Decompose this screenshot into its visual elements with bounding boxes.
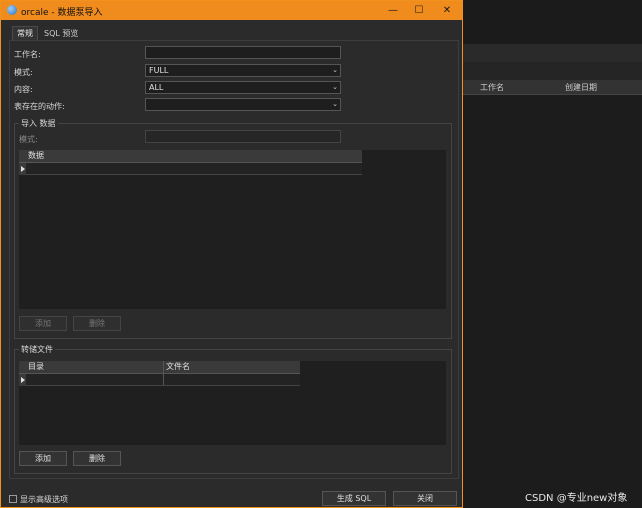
background-toolbar	[463, 62, 642, 80]
minimize-icon[interactable]: —	[379, 1, 407, 20]
background-table-body	[463, 95, 642, 508]
column-separator	[163, 361, 164, 373]
dump-files-group-title: 转储文件	[19, 344, 55, 355]
import-grid-header: 数据	[19, 150, 362, 163]
job-name-input[interactable]	[145, 46, 341, 59]
import-delete-button[interactable]: 删除	[73, 316, 121, 331]
content-select-value: ALL	[149, 83, 164, 92]
content-label: 内容:	[14, 85, 33, 94]
import-data-group-title: 导入 数据	[19, 118, 58, 129]
generate-sql-button[interactable]: 生成 SQL	[322, 491, 386, 506]
chevron-down-icon: ⌄	[332, 83, 338, 91]
chevron-down-icon: ⌄	[332, 100, 338, 108]
tab-general[interactable]: 常规	[12, 26, 38, 41]
job-name-label: 工作名:	[14, 50, 41, 59]
mode-label: 模式:	[14, 68, 33, 77]
column-job-name[interactable]: 工作名	[480, 82, 504, 93]
close-button[interactable]: 关闭	[393, 491, 457, 506]
chevron-down-icon: ⌄	[332, 66, 338, 74]
row-pointer-icon	[21, 377, 25, 383]
schema-input[interactable]	[145, 130, 341, 143]
app-logo-icon	[7, 5, 17, 15]
show-advanced-label[interactable]: 显示高级选项	[20, 494, 68, 505]
column-separator	[163, 374, 164, 385]
mode-select[interactable]: FULL ⌄	[145, 64, 341, 77]
dump-add-button[interactable]: 添加	[19, 451, 67, 466]
import-grid-row[interactable]	[26, 163, 362, 175]
dialog-title: orcale - 数据泵导入	[21, 8, 103, 18]
dump-grid-row[interactable]	[26, 374, 300, 386]
background-band	[463, 44, 642, 62]
mode-select-value: FULL	[149, 66, 169, 75]
tab-sql-preview[interactable]: SQL 预览	[39, 26, 83, 41]
content-select[interactable]: ALL ⌄	[145, 81, 341, 94]
dump-delete-button[interactable]: 删除	[73, 451, 121, 466]
show-advanced-checkbox[interactable]	[9, 495, 17, 503]
watermark: CSDN @专业new对象	[525, 493, 628, 504]
table-exists-action-label: 表存在的动作:	[14, 102, 65, 111]
dump-files-grid[interactable]: 目录 文件名	[19, 361, 446, 445]
data-pump-import-dialog: orcale - 数据泵导入 — ☐ ✕ 常规 SQL 预览 工作名: 模式: …	[0, 0, 463, 508]
maximize-icon[interactable]: ☐	[405, 1, 433, 20]
table-exists-action-select[interactable]: ⌄	[145, 98, 341, 111]
dump-grid-column-directory[interactable]: 目录	[28, 361, 44, 373]
dialog-titlebar[interactable]: orcale - 数据泵导入 — ☐ ✕	[1, 1, 462, 20]
close-icon[interactable]: ✕	[433, 1, 461, 20]
import-data-grid[interactable]: 数据	[19, 150, 446, 309]
import-grid-column-data[interactable]: 数据	[28, 150, 44, 162]
schema-label: 模式:	[19, 135, 38, 144]
background-top-strip	[463, 0, 642, 44]
dump-grid-column-filename[interactable]: 文件名	[166, 361, 190, 373]
import-add-button[interactable]: 添加	[19, 316, 67, 331]
column-created-date[interactable]: 创建日期	[565, 82, 597, 93]
dump-grid-header: 目录 文件名	[19, 361, 300, 374]
row-pointer-icon	[21, 166, 25, 172]
